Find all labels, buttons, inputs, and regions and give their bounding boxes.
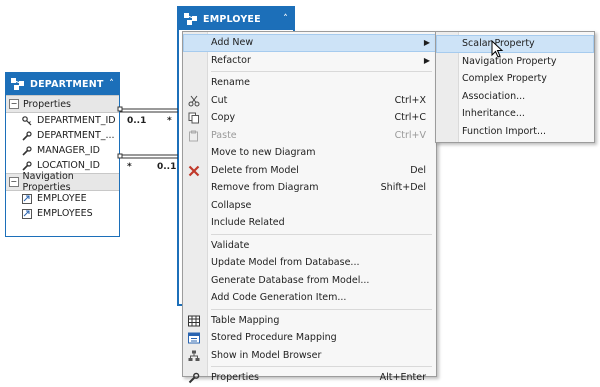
mouse-cursor-icon xyxy=(491,40,504,58)
multiplicity-label: * xyxy=(167,116,172,126)
menu-item-label: Show in Model Browser xyxy=(211,349,322,361)
menu-separator xyxy=(211,71,432,72)
menu-item-label: Table Mapping xyxy=(211,314,280,326)
context-menu[interactable]: Add New ▶ Refactor ▶ Rename Cut Ctrl+X Copy Ctrl… xyxy=(182,31,437,383)
add-new-submenu[interactable]: Scalar Property Navigation Property Comple… xyxy=(435,31,595,143)
menu-item-label: Collapse xyxy=(211,199,252,211)
menu-item-update-model-from-database[interactable]: Update Model from Database... xyxy=(183,254,436,272)
wrench-icon xyxy=(188,372,200,384)
menu-item-label: Stored Procedure Mapping xyxy=(211,332,337,344)
menu-item-association[interactable]: Association... xyxy=(436,88,594,106)
menu-item-copy[interactable]: Copy Ctrl+C xyxy=(183,109,436,127)
menu-item-label: Inheritance... xyxy=(462,108,525,120)
scissors-icon xyxy=(188,95,200,106)
multiplicity-label: * xyxy=(127,162,132,172)
menu-item-label: Complex Property xyxy=(462,73,547,85)
multiplicity-label: 0..1 xyxy=(127,116,147,126)
paste-icon xyxy=(189,130,198,141)
menu-item-label: Add New xyxy=(211,37,254,49)
menu-item-shortcut: Ctrl+X xyxy=(394,94,426,106)
menu-item-remove-from-diagram[interactable]: Remove from Diagram Shift+Del xyxy=(183,179,436,197)
menu-separator xyxy=(211,233,432,235)
menu-item-label: Cut xyxy=(211,94,228,106)
menu-item-generate-database-from-model[interactable]: Generate Database from Model... xyxy=(183,272,436,290)
menu-item-move-to-new-diagram[interactable]: Move to new Diagram xyxy=(183,144,436,162)
menu-item-label: Validate xyxy=(211,239,250,251)
menu-item-shortcut: Ctrl+V xyxy=(394,129,426,141)
submenu-arrow-icon: ▶ xyxy=(423,38,430,48)
menu-item-label: Scalar Property xyxy=(462,38,535,50)
menu-item-shortcut: Ctrl+C xyxy=(394,112,427,124)
menu-item-label: Paste xyxy=(211,129,237,141)
menu-item-table-mapping[interactable]: Table Mapping xyxy=(183,312,436,330)
menu-item-collapse[interactable]: Collapse xyxy=(183,197,436,215)
menu-item-inheritance[interactable]: Inheritance... xyxy=(436,105,594,123)
menu-item-label: Function Import... xyxy=(462,125,547,137)
menu-item-stored-procedure-mapping[interactable]: Stored Procedure Mapping xyxy=(183,329,436,347)
menu-item-function-import[interactable]: Function Import... xyxy=(436,123,594,141)
model-browser-icon xyxy=(188,350,200,361)
submenu-arrow-icon: ▶ xyxy=(423,55,430,65)
menu-item-refactor[interactable]: Refactor ▶ xyxy=(183,52,436,70)
menu-item-label: Refactor xyxy=(211,54,251,66)
menu-item-complex-property[interactable]: Complex Property xyxy=(436,70,594,88)
menu-item-cut[interactable]: Cut Ctrl+X xyxy=(183,92,436,110)
menu-item-include-related[interactable]: Include Related xyxy=(183,214,436,232)
menu-item-paste[interactable]: Paste Ctrl+V xyxy=(183,127,436,145)
menu-item-label: Generate Database from Model... xyxy=(211,274,370,286)
menu-item-add-code-generation-item[interactable]: Add Code Generation Item... xyxy=(183,289,436,307)
menu-item-navigation-property[interactable]: Navigation Property xyxy=(436,53,594,71)
menu-item-label: Navigation Property xyxy=(462,55,557,67)
multiplicity-label: 0..1 xyxy=(157,162,177,172)
menu-item-label: Association... xyxy=(462,90,526,102)
menu-item-label: Update Model from Database... xyxy=(211,257,360,269)
menu-item-label: Delete from Model xyxy=(211,164,299,176)
table-mapping-icon xyxy=(188,315,200,326)
menu-item-shortcut: Del xyxy=(410,164,426,176)
menu-item-label: Add Code Generation Item... xyxy=(211,292,347,304)
menu-item-label: Remove from Diagram xyxy=(211,182,319,194)
menu-item-properties[interactable]: Properties Alt+Enter xyxy=(183,369,436,387)
menu-separator xyxy=(211,366,432,367)
menu-separator xyxy=(211,308,432,310)
delete-icon xyxy=(188,165,200,176)
copy-icon xyxy=(188,112,199,124)
menu-item-label: Include Related xyxy=(211,217,285,229)
menu-item-validate[interactable]: Validate xyxy=(183,237,436,255)
menu-item-delete-from-model[interactable]: Delete from Model Del xyxy=(183,162,436,180)
stored-procedure-icon xyxy=(188,332,200,344)
menu-item-rename[interactable]: Rename xyxy=(183,74,436,92)
menu-item-label: Move to new Diagram xyxy=(211,147,316,159)
menu-item-label: Rename xyxy=(211,77,250,89)
menu-item-label: Copy xyxy=(211,112,236,124)
menu-item-add-new[interactable]: Add New ▶ xyxy=(183,34,436,52)
menu-item-show-in-model-browser[interactable]: Show in Model Browser xyxy=(183,347,436,365)
menu-item-scalar-property[interactable]: Scalar Property xyxy=(436,35,594,53)
menu-item-shortcut: Shift+Del xyxy=(380,182,426,194)
